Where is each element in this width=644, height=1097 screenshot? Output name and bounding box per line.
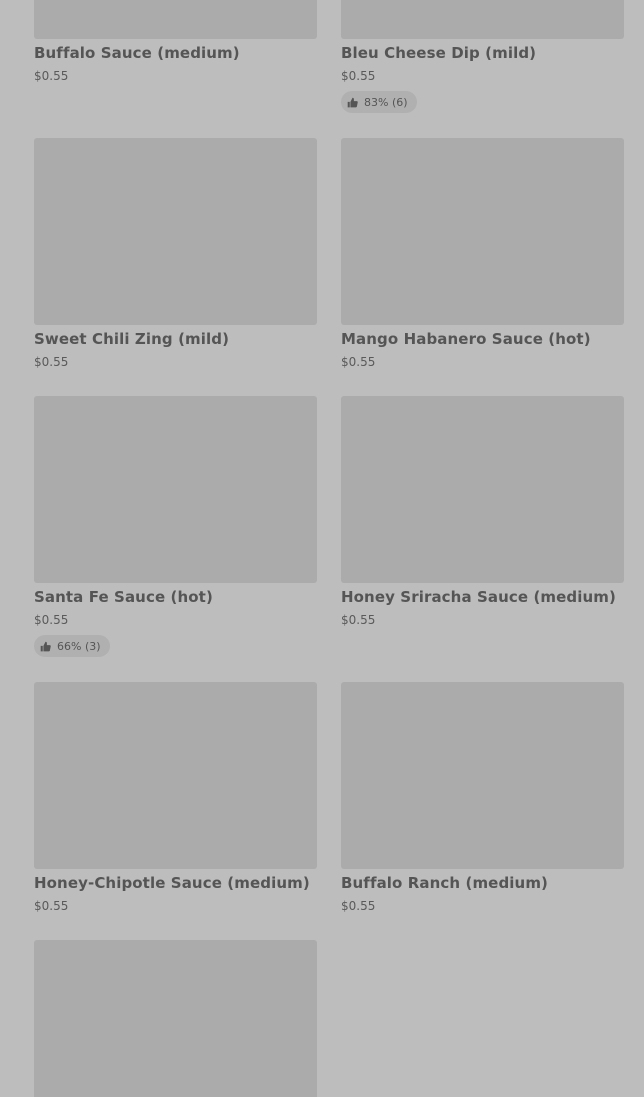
menu-item-image[interactable] xyxy=(341,396,624,583)
menu-item-name[interactable]: Honey Sriracha Sauce (medium) xyxy=(341,587,616,607)
menu-item-name[interactable]: Santa Fe Sauce (hot) xyxy=(34,587,213,607)
menu-items-grid: Buffalo Sauce (medium) $0.55 Bleu Cheese… xyxy=(0,0,644,1097)
rating-text: 83% (6) xyxy=(364,95,408,109)
menu-item-card[interactable]: Buffalo Ranch (medium) $0.55 xyxy=(341,682,624,922)
menu-item-card[interactable]: Buffalo Sauce (medium) $0.55 xyxy=(34,0,317,90)
menu-item-price: $0.55 xyxy=(34,69,69,83)
menu-item-price: $0.55 xyxy=(34,613,69,627)
menu-item-price: $0.55 xyxy=(341,899,376,913)
menu-item-name[interactable]: Honey-Chipotle Sauce (medium) xyxy=(34,873,310,893)
menu-item-card[interactable]: Santa Fe Sauce (hot) $0.55 66% (3) xyxy=(34,396,317,661)
menu-item-name[interactable]: Mango Habanero Sauce (hot) xyxy=(341,329,591,349)
menu-item-card[interactable]: Mango Habanero Sauce (hot) $0.55 xyxy=(341,138,624,378)
menu-item-card[interactable]: Honey-Chipotle Sauce (medium) $0.55 xyxy=(34,682,317,922)
menu-item-card[interactable]: Honey Sriracha Sauce (medium) $0.55 xyxy=(341,396,624,636)
menu-item-image[interactable] xyxy=(341,682,624,869)
menu-item-image[interactable] xyxy=(34,682,317,869)
rating-text: 66% (3) xyxy=(57,639,101,653)
menu-item-name[interactable]: Buffalo Sauce (medium) xyxy=(34,43,240,63)
menu-item-image[interactable] xyxy=(341,0,624,39)
rating-badge: 83% (6) xyxy=(341,91,417,113)
thumbs-up-icon xyxy=(347,97,358,108)
thumbs-up-icon xyxy=(40,641,51,652)
menu-item-card[interactable]: Bleu Cheese Dip (mild) $0.55 83% (6) xyxy=(341,0,624,115)
menu-item-image[interactable] xyxy=(34,396,317,583)
rating-badge: 66% (3) xyxy=(34,635,110,657)
menu-item-image[interactable] xyxy=(34,138,317,325)
menu-item-price: $0.55 xyxy=(341,69,376,83)
menu-item-name[interactable]: Bleu Cheese Dip (mild) xyxy=(341,43,536,63)
menu-item-card[interactable]: Sweet Chili Zing (mild) $0.55 xyxy=(34,138,317,378)
menu-item-image[interactable] xyxy=(341,138,624,325)
menu-item-price: $0.55 xyxy=(341,613,376,627)
menu-item-image[interactable] xyxy=(34,940,317,1097)
menu-item-price: $0.55 xyxy=(34,355,69,369)
menu-item-name[interactable]: Sweet Chili Zing (mild) xyxy=(34,329,229,349)
menu-item-image[interactable] xyxy=(34,0,317,39)
menu-item-price: $0.55 xyxy=(341,355,376,369)
menu-item-name[interactable]: Buffalo Ranch (medium) xyxy=(341,873,548,893)
menu-item-card[interactable] xyxy=(34,940,317,1097)
menu-item-price: $0.55 xyxy=(34,899,69,913)
